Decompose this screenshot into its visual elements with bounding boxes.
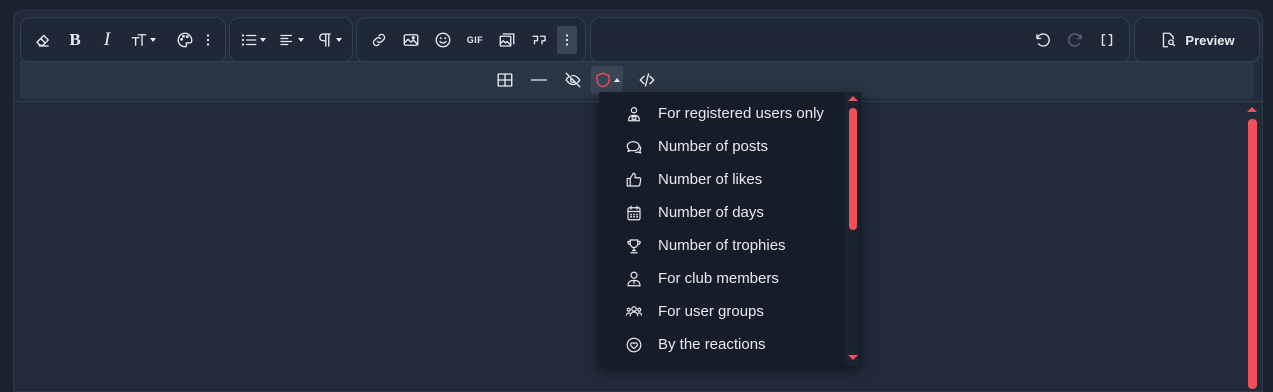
dropdown-scrollbar-thumb[interactable] xyxy=(849,108,857,230)
link-button[interactable] xyxy=(365,26,393,54)
chevron-up-icon xyxy=(614,78,620,82)
menu-item-label: For user groups xyxy=(658,303,764,320)
preview-button[interactable]: Preview xyxy=(1134,17,1260,63)
list-button[interactable] xyxy=(236,26,270,54)
redo-button[interactable] xyxy=(1061,26,1089,54)
gif-button[interactable]: GIF xyxy=(461,26,489,54)
link-icon xyxy=(372,33,386,47)
italic-button[interactable]: I xyxy=(93,26,121,54)
toolbar-group-paragraph xyxy=(229,17,353,63)
more-format-button[interactable] xyxy=(199,26,217,54)
paragraph-button[interactable] xyxy=(312,26,346,54)
align-button[interactable] xyxy=(274,26,308,54)
user-lock-icon xyxy=(628,106,640,121)
menu-item-registered-users[interactable]: For registered users only xyxy=(599,97,844,130)
image-icon xyxy=(403,34,419,46)
font-size-button[interactable] xyxy=(125,26,161,54)
menu-item-by-reactions[interactable]: By the reactions xyxy=(599,328,844,361)
code-button[interactable] xyxy=(633,66,661,94)
text-size-icon xyxy=(131,34,147,46)
editor-scrollbar-thumb[interactable] xyxy=(1248,119,1257,389)
chevron-down-icon xyxy=(260,38,266,42)
scroll-up-arrow-icon[interactable] xyxy=(1247,107,1257,112)
code-icon xyxy=(639,73,655,87)
bold-icon: B xyxy=(69,30,81,49)
calendar-icon xyxy=(627,205,641,220)
eye-off-icon xyxy=(565,72,581,88)
thumbs-up-icon xyxy=(626,172,642,187)
hide-content-dropdown: For registered users only Number of post… xyxy=(599,92,861,366)
users-icon xyxy=(625,305,643,316)
palette-icon xyxy=(177,32,193,48)
menu-item-label: Number of days xyxy=(658,204,764,221)
hide-content-button[interactable] xyxy=(591,66,623,94)
chevron-down-icon xyxy=(150,38,156,42)
menu-item-label: Number of trophies xyxy=(658,237,786,254)
smile-icon xyxy=(435,32,451,48)
preview-label: Preview xyxy=(1185,32,1235,48)
menu-item-club-members[interactable]: For club members xyxy=(599,262,844,295)
preview-icon xyxy=(1163,32,1176,48)
text-color-button[interactable] xyxy=(171,26,199,54)
scroll-down-arrow-icon[interactable] xyxy=(848,355,858,360)
emoji-button[interactable] xyxy=(429,26,457,54)
editor-scrollbar[interactable] xyxy=(1244,105,1260,389)
paragraph-icon xyxy=(319,33,331,47)
chevron-down-icon xyxy=(298,38,304,42)
table-icon xyxy=(497,73,513,87)
menu-item-number-of-posts[interactable]: Number of posts xyxy=(599,130,844,163)
chevron-down-icon xyxy=(336,38,342,42)
undo-button[interactable] xyxy=(1029,26,1057,54)
more-vertical-icon xyxy=(206,34,210,46)
horizontal-rule-icon xyxy=(530,79,548,81)
menu-item-number-of-likes[interactable]: Number of likes xyxy=(599,163,844,196)
menu-item-label: By the reactions xyxy=(658,336,766,353)
toolbar-group-format: B I xyxy=(20,17,226,63)
scroll-up-arrow-icon[interactable] xyxy=(848,96,858,101)
more-insert-button[interactable] xyxy=(557,26,577,54)
comments-icon xyxy=(626,140,642,154)
photo-gallery-icon xyxy=(499,33,515,47)
spoiler-button[interactable] xyxy=(559,66,587,94)
user-badge-icon xyxy=(627,271,641,286)
gif-icon: GIF xyxy=(466,35,484,45)
menu-item-number-of-days[interactable]: Number of days xyxy=(599,196,844,229)
shield-icon xyxy=(596,72,610,88)
align-left-icon xyxy=(280,34,293,46)
dropdown-scrollbar[interactable] xyxy=(845,92,859,366)
menu-item-label: For club members xyxy=(658,270,779,287)
fullscreen-button[interactable] xyxy=(1093,26,1121,54)
eraser-icon xyxy=(36,34,49,47)
undo-icon xyxy=(1036,33,1050,47)
trophy-icon xyxy=(627,238,641,253)
toolbar-group-insert: GIF xyxy=(356,17,586,63)
menu-item-label: Number of posts xyxy=(658,138,769,155)
list-icon xyxy=(241,34,257,46)
menu-item-number-of-trophies[interactable]: Number of trophies xyxy=(599,229,844,262)
toolbar-group-history xyxy=(590,17,1130,63)
redo-icon xyxy=(1068,33,1082,47)
heart-circle-icon xyxy=(626,337,642,352)
image-button[interactable] xyxy=(397,26,425,54)
media-button[interactable] xyxy=(493,26,521,54)
menu-item-user-groups[interactable]: For user groups xyxy=(599,295,844,328)
more-vertical-icon xyxy=(565,34,569,46)
quote-button[interactable] xyxy=(525,26,553,54)
horizontal-line-button[interactable] xyxy=(525,66,553,94)
bold-button[interactable]: B xyxy=(61,26,89,54)
menu-item-label: Number of likes xyxy=(658,171,763,188)
table-button[interactable] xyxy=(491,66,519,94)
menu-item-label: For registered users only xyxy=(658,105,824,122)
italic-icon: I xyxy=(103,29,111,50)
remove-format-button[interactable] xyxy=(29,26,57,54)
quote-icon xyxy=(532,35,546,45)
brackets-icon xyxy=(1101,34,1113,46)
